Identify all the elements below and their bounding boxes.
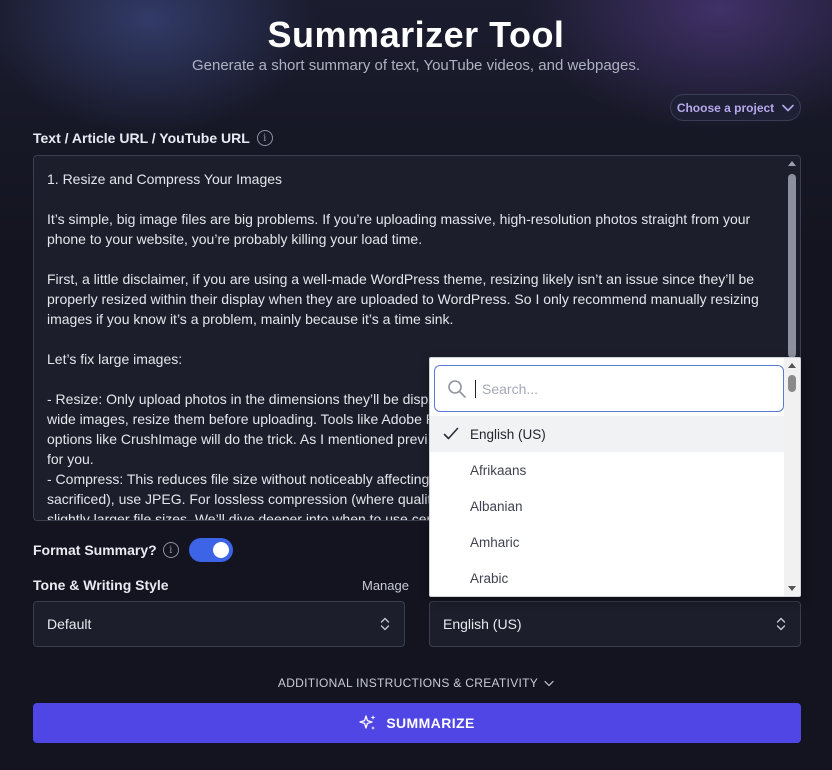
info-icon[interactable]: i (256, 130, 273, 146)
language-option-label: Amharic (470, 534, 520, 550)
text-line: images if you know it’s a problem, mainl… (47, 311, 454, 327)
chevron-down-icon (544, 680, 554, 686)
text-line: properly resized within their display wh… (47, 291, 759, 307)
chevron-down-icon (782, 104, 794, 111)
language-dropdown[interactable]: Search... English (US) Afrikaans Albanian A… (429, 357, 801, 597)
language-option[interactable]: English (US) (430, 416, 786, 452)
additional-instructions-label: ADDITIONAL INSTRUCTIONS & CREATIVITY (277, 676, 539, 690)
language-option[interactable]: Afrikaans (430, 452, 786, 488)
language-select-value: English (US) (443, 616, 522, 632)
dropdown-scrollbar[interactable] (784, 358, 800, 596)
language-option-label: English (US) (470, 426, 546, 442)
choose-project-label: Choose a project (676, 100, 775, 115)
text-line: First, a little disclaimer, if you are u… (47, 271, 755, 287)
language-option-label: Arabic (470, 570, 509, 586)
chevron-up-down-icon (776, 617, 786, 631)
scroll-thumb[interactable] (788, 174, 796, 358)
sparkles-icon (359, 715, 376, 730)
text-line (47, 249, 787, 269)
text-line (47, 189, 787, 209)
text-line: 1. Resize and Compress Your Images (47, 171, 283, 187)
tone-label: Tone & Writing Style (33, 577, 169, 593)
language-search-placeholder: Search... (482, 380, 539, 397)
language-option-label: Afrikaans (470, 462, 527, 478)
page-subtitle: Generate a short summary of text, YouTub… (191, 57, 641, 74)
format-summary-label: Format Summary? (33, 542, 157, 558)
language-select[interactable]: English (US) (429, 601, 801, 647)
format-summary-row: Format Summary? i (33, 538, 233, 562)
scroll-up-arrow-icon[interactable] (788, 363, 796, 368)
toggle-knob (212, 542, 229, 558)
language-search-field[interactable]: Search... (434, 365, 784, 412)
scroll-up-arrow-icon[interactable] (788, 161, 796, 166)
info-icon[interactable]: i (162, 542, 179, 558)
search-icon (448, 379, 466, 398)
text-cursor (475, 379, 476, 398)
language-option-label: Albanian (470, 498, 523, 514)
additional-instructions-toggle[interactable]: ADDITIONAL INSTRUCTIONS & CREATIVITY (0, 676, 832, 690)
text-line: phone to your website, you’re probably k… (47, 231, 423, 247)
scroll-down-arrow-icon[interactable] (788, 586, 796, 591)
scroll-thumb[interactable] (788, 375, 796, 392)
language-option[interactable]: Albanian (430, 488, 786, 524)
summarize-button[interactable]: SUMMARIZE (33, 703, 801, 743)
input-label-row: Text / Article URL / YouTube URL i (33, 130, 273, 146)
tone-select[interactable]: Default (33, 601, 405, 647)
text-line: It’s simple, big image files are big pro… (47, 211, 751, 227)
text-line (47, 329, 787, 349)
input-label: Text / Article URL / YouTube URL (33, 130, 250, 146)
language-options-list: English (US) Afrikaans Albanian Amharic Arab… (430, 416, 786, 596)
language-option[interactable]: Arabic (430, 560, 786, 596)
chevron-up-down-icon (380, 617, 390, 631)
checkmark-icon (443, 427, 459, 440)
format-summary-toggle[interactable] (188, 538, 233, 562)
choose-project-button[interactable]: Choose a project (670, 94, 801, 121)
tone-select-value: Default (47, 616, 92, 632)
language-option[interactable]: Amharic (430, 524, 786, 560)
summarize-label: SUMMARIZE (386, 715, 475, 731)
page-title: Summarizer Tool (267, 14, 565, 55)
manage-link[interactable]: Manage (362, 578, 409, 593)
